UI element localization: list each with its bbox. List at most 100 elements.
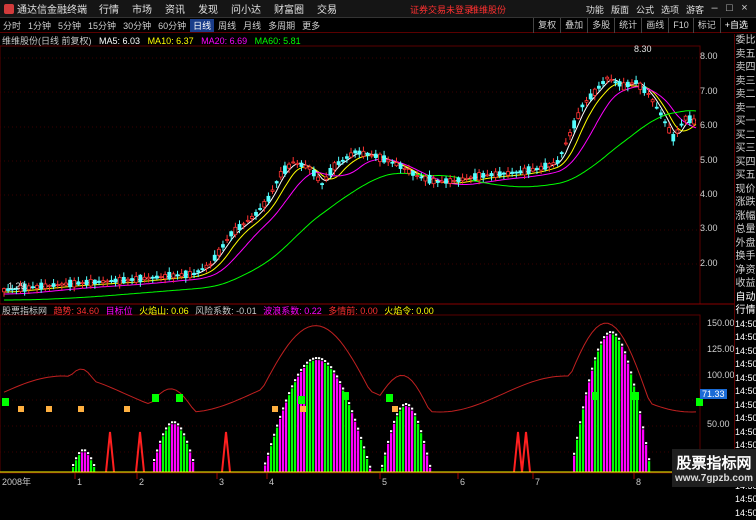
indicator-cap [573, 453, 575, 455]
indicator-cap [384, 453, 386, 455]
period-weekly[interactable]: 周线 [215, 19, 239, 32]
candle-body [345, 157, 348, 159]
ma5-line [4, 80, 696, 290]
menu-xuanxiang[interactable]: 选项 [661, 3, 679, 16]
tool-tongji[interactable]: 统计 [614, 18, 641, 33]
indicator-bar [408, 407, 410, 472]
price-panel-border [0, 46, 700, 304]
month-label: 6 [460, 477, 465, 487]
candle-body [626, 82, 629, 86]
period-15min[interactable]: 15分钟 [85, 19, 119, 32]
spike-mark [222, 432, 230, 472]
tool-huaxian[interactable]: 画线 [641, 18, 668, 33]
indicator-bar [315, 360, 317, 472]
candle-body [226, 240, 229, 241]
indicator-cap [582, 406, 584, 408]
candle-body [147, 277, 150, 279]
signal-marker [298, 396, 305, 404]
period-1min[interactable]: 1分钟 [25, 19, 54, 32]
indicator-cap [366, 456, 368, 458]
period-30min[interactable]: 30分钟 [120, 19, 154, 32]
indicator-bar [582, 409, 584, 472]
period-monthly[interactable]: 月线 [240, 19, 264, 32]
indicator-bar [618, 341, 620, 472]
menu-caifuquan[interactable]: 财富圈 [274, 1, 304, 16]
period-multi[interactable]: 多周期 [265, 19, 298, 32]
candle-body [399, 164, 402, 169]
candle-body [453, 180, 456, 181]
candle-body [44, 284, 47, 289]
tool-duogu[interactable]: 多股 [587, 18, 614, 33]
candle-body [114, 279, 117, 282]
month-label: 4 [269, 477, 274, 487]
candle-body [238, 224, 241, 229]
indicator-cap [399, 408, 401, 410]
indicator-legend: 股票指标网 趋势: 34.60 目标位 火焰山: 0.06 风险系数: -0.0… [2, 304, 438, 316]
candle-body [131, 279, 134, 281]
indicator-cap [291, 385, 293, 387]
candle-body [176, 275, 179, 276]
right-menu: 功能 版面 公式 选项 游客 [586, 3, 704, 16]
indicator-cap [333, 370, 335, 372]
tool-fuquan[interactable]: 复权 [533, 18, 560, 33]
candle-body [449, 179, 452, 184]
indicator-cap [165, 427, 167, 429]
candle-body [498, 172, 501, 176]
candle-body [490, 173, 493, 175]
indicator-cap [354, 419, 356, 421]
candle-body [465, 178, 468, 179]
menu-gongshi[interactable]: 公式 [636, 3, 654, 16]
candle-body [325, 177, 328, 179]
indicator-bar [159, 444, 161, 472]
period-more[interactable]: 更多 [299, 19, 323, 32]
ind-tick: 50.00 [707, 419, 730, 429]
tool-add-watchlist[interactable]: +自选 [720, 18, 752, 33]
indicator-cap [285, 400, 287, 402]
period-daily[interactable]: 日线 [190, 19, 214, 32]
close-icon[interactable]: × [739, 2, 750, 14]
menu-jiaoyi[interactable]: 交易 [317, 1, 337, 16]
sidebar-item: 14:50 [735, 493, 756, 507]
month-label: 7 [535, 477, 540, 487]
menu-hangqing[interactable]: 行情 [99, 1, 119, 16]
menu-shichang[interactable]: 市场 [132, 1, 152, 16]
menu-gongneng[interactable]: 功能 [586, 3, 604, 16]
sidebar-item: 14:50 [735, 318, 756, 332]
candle-body [457, 178, 460, 182]
tool-f10[interactable]: F10 [668, 18, 693, 33]
period-fenshi[interactable]: 分时 [0, 19, 24, 32]
candle-body [60, 284, 63, 285]
indicator-bar [387, 444, 389, 472]
menu-zixun[interactable]: 资讯 [165, 1, 185, 16]
indicator-cap [615, 334, 617, 336]
tool-biaoji[interactable]: 标记 [693, 18, 720, 33]
minimize-icon[interactable]: – [709, 2, 720, 14]
indicator-bar [303, 368, 305, 472]
candle-body [333, 163, 336, 170]
maximize-icon[interactable]: □ [724, 2, 735, 14]
indicator-cap [318, 357, 320, 359]
indicator-panel [0, 323, 703, 472]
indicator-cap [306, 362, 308, 364]
indicator-cap [300, 369, 302, 371]
kline-chart[interactable]: 12345678 [0, 34, 734, 487]
indicator-bar [606, 336, 608, 472]
candle-body [412, 171, 415, 175]
candle-body [283, 166, 286, 173]
menu-faxian[interactable]: 发现 [198, 1, 218, 16]
candle-body [540, 166, 543, 170]
menu-banmian[interactable]: 版面 [611, 3, 629, 16]
ma60-label: MA60: 5.81 [255, 36, 301, 46]
ma-lines [4, 80, 696, 300]
menu-wenxiaoda[interactable]: 问小达 [231, 1, 261, 16]
trade-login-notice[interactable]: 证券交易未登录 [410, 3, 473, 16]
chart-grid: 12345678 [0, 46, 734, 487]
indicator-bar [270, 446, 272, 472]
period-60min[interactable]: 60分钟 [155, 19, 189, 32]
indicator-bar [366, 459, 368, 472]
price-tick: 4.00 [700, 189, 718, 199]
period-5min[interactable]: 5分钟 [55, 19, 84, 32]
menu-youke[interactable]: 游客 [686, 3, 704, 16]
indicator-cap [612, 331, 614, 333]
tool-diejia[interactable]: 叠加 [560, 18, 587, 33]
